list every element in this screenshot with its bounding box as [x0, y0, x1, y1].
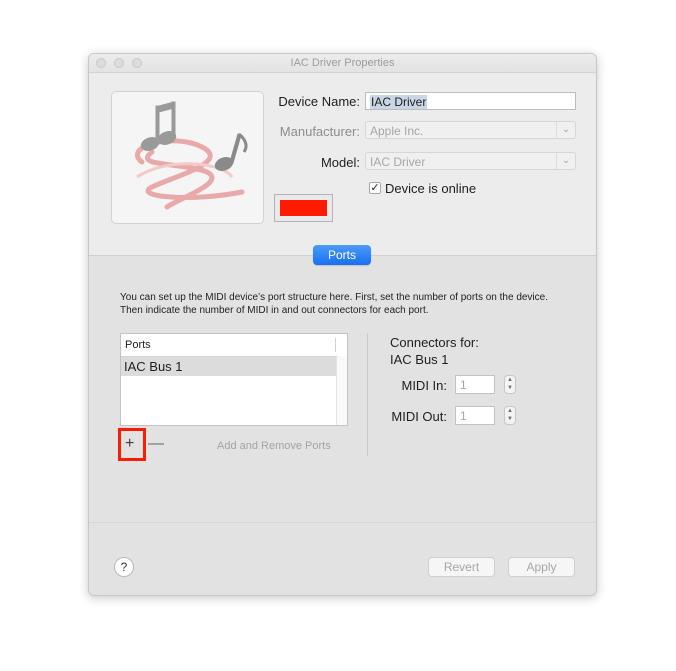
device-online-checkbox[interactable]: ✓	[369, 182, 381, 194]
chevron-down-icon: ⌄	[556, 122, 575, 138]
ports-description: You can set up the MIDI device’s port st…	[120, 292, 548, 316]
manufacturer-value: Apple Inc.	[370, 124, 424, 138]
connectors-port-name: IAC Bus 1	[390, 352, 449, 367]
midi-out-label: MIDI Out:	[391, 409, 447, 424]
music-notes-swirl-icon	[134, 101, 248, 210]
midi-in-field[interactable]: 1	[455, 375, 495, 394]
column-separator	[335, 338, 336, 352]
model-popup[interactable]: IAC Driver ⌄	[365, 152, 576, 170]
iac-driver-properties-window: IAC Driver Properties Device Name: IAC D…	[88, 53, 597, 596]
chevron-down-icon: ⌄	[556, 153, 575, 169]
device-name-label: Device Name:	[278, 94, 360, 109]
device-icon-well	[111, 91, 264, 224]
device-name-field[interactable]: IAC Driver	[365, 92, 576, 110]
midi-out-stepper[interactable]: ▲ ▼	[504, 406, 516, 425]
footer-separator	[89, 522, 596, 523]
apply-button[interactable]: Apply	[508, 557, 575, 577]
ports-scrollbar[interactable]	[336, 356, 347, 425]
help-button[interactable]: ?	[114, 557, 134, 577]
ports-column-header[interactable]: Ports	[121, 334, 347, 357]
midi-in-label: MIDI In:	[401, 378, 447, 393]
model-label: Model:	[320, 155, 360, 170]
model-value: IAC Driver	[370, 155, 426, 169]
device-color-swatch	[280, 200, 327, 216]
manufacturer-popup[interactable]: Apple Inc. ⌄	[365, 121, 576, 139]
table-row[interactable]: IAC Bus 1	[121, 357, 336, 376]
tab-ports[interactable]: Ports	[313, 245, 371, 265]
device-color-well[interactable]	[274, 194, 333, 222]
revert-button[interactable]: Revert	[428, 557, 495, 577]
device-online-label[interactable]: Device is online	[385, 181, 476, 196]
add-remove-ports-label: Add and Remove Ports	[217, 440, 331, 452]
connectors-heading: Connectors for:	[390, 335, 479, 350]
panel-divider	[367, 333, 368, 456]
ports-table[interactable]: Ports IAC Bus 1	[120, 333, 348, 426]
remove-port-button[interactable]: —	[148, 436, 164, 452]
ports-column-header-label: Ports	[125, 339, 151, 351]
title-bar: IAC Driver Properties	[89, 54, 596, 73]
manufacturer-label: Manufacturer:	[279, 124, 360, 139]
window-title: IAC Driver Properties	[290, 57, 395, 69]
add-port-button[interactable]: +	[125, 436, 134, 452]
midi-in-stepper[interactable]: ▲ ▼	[504, 375, 516, 394]
device-name-value: IAC Driver	[370, 95, 428, 109]
midi-out-field[interactable]: 1	[455, 406, 495, 425]
